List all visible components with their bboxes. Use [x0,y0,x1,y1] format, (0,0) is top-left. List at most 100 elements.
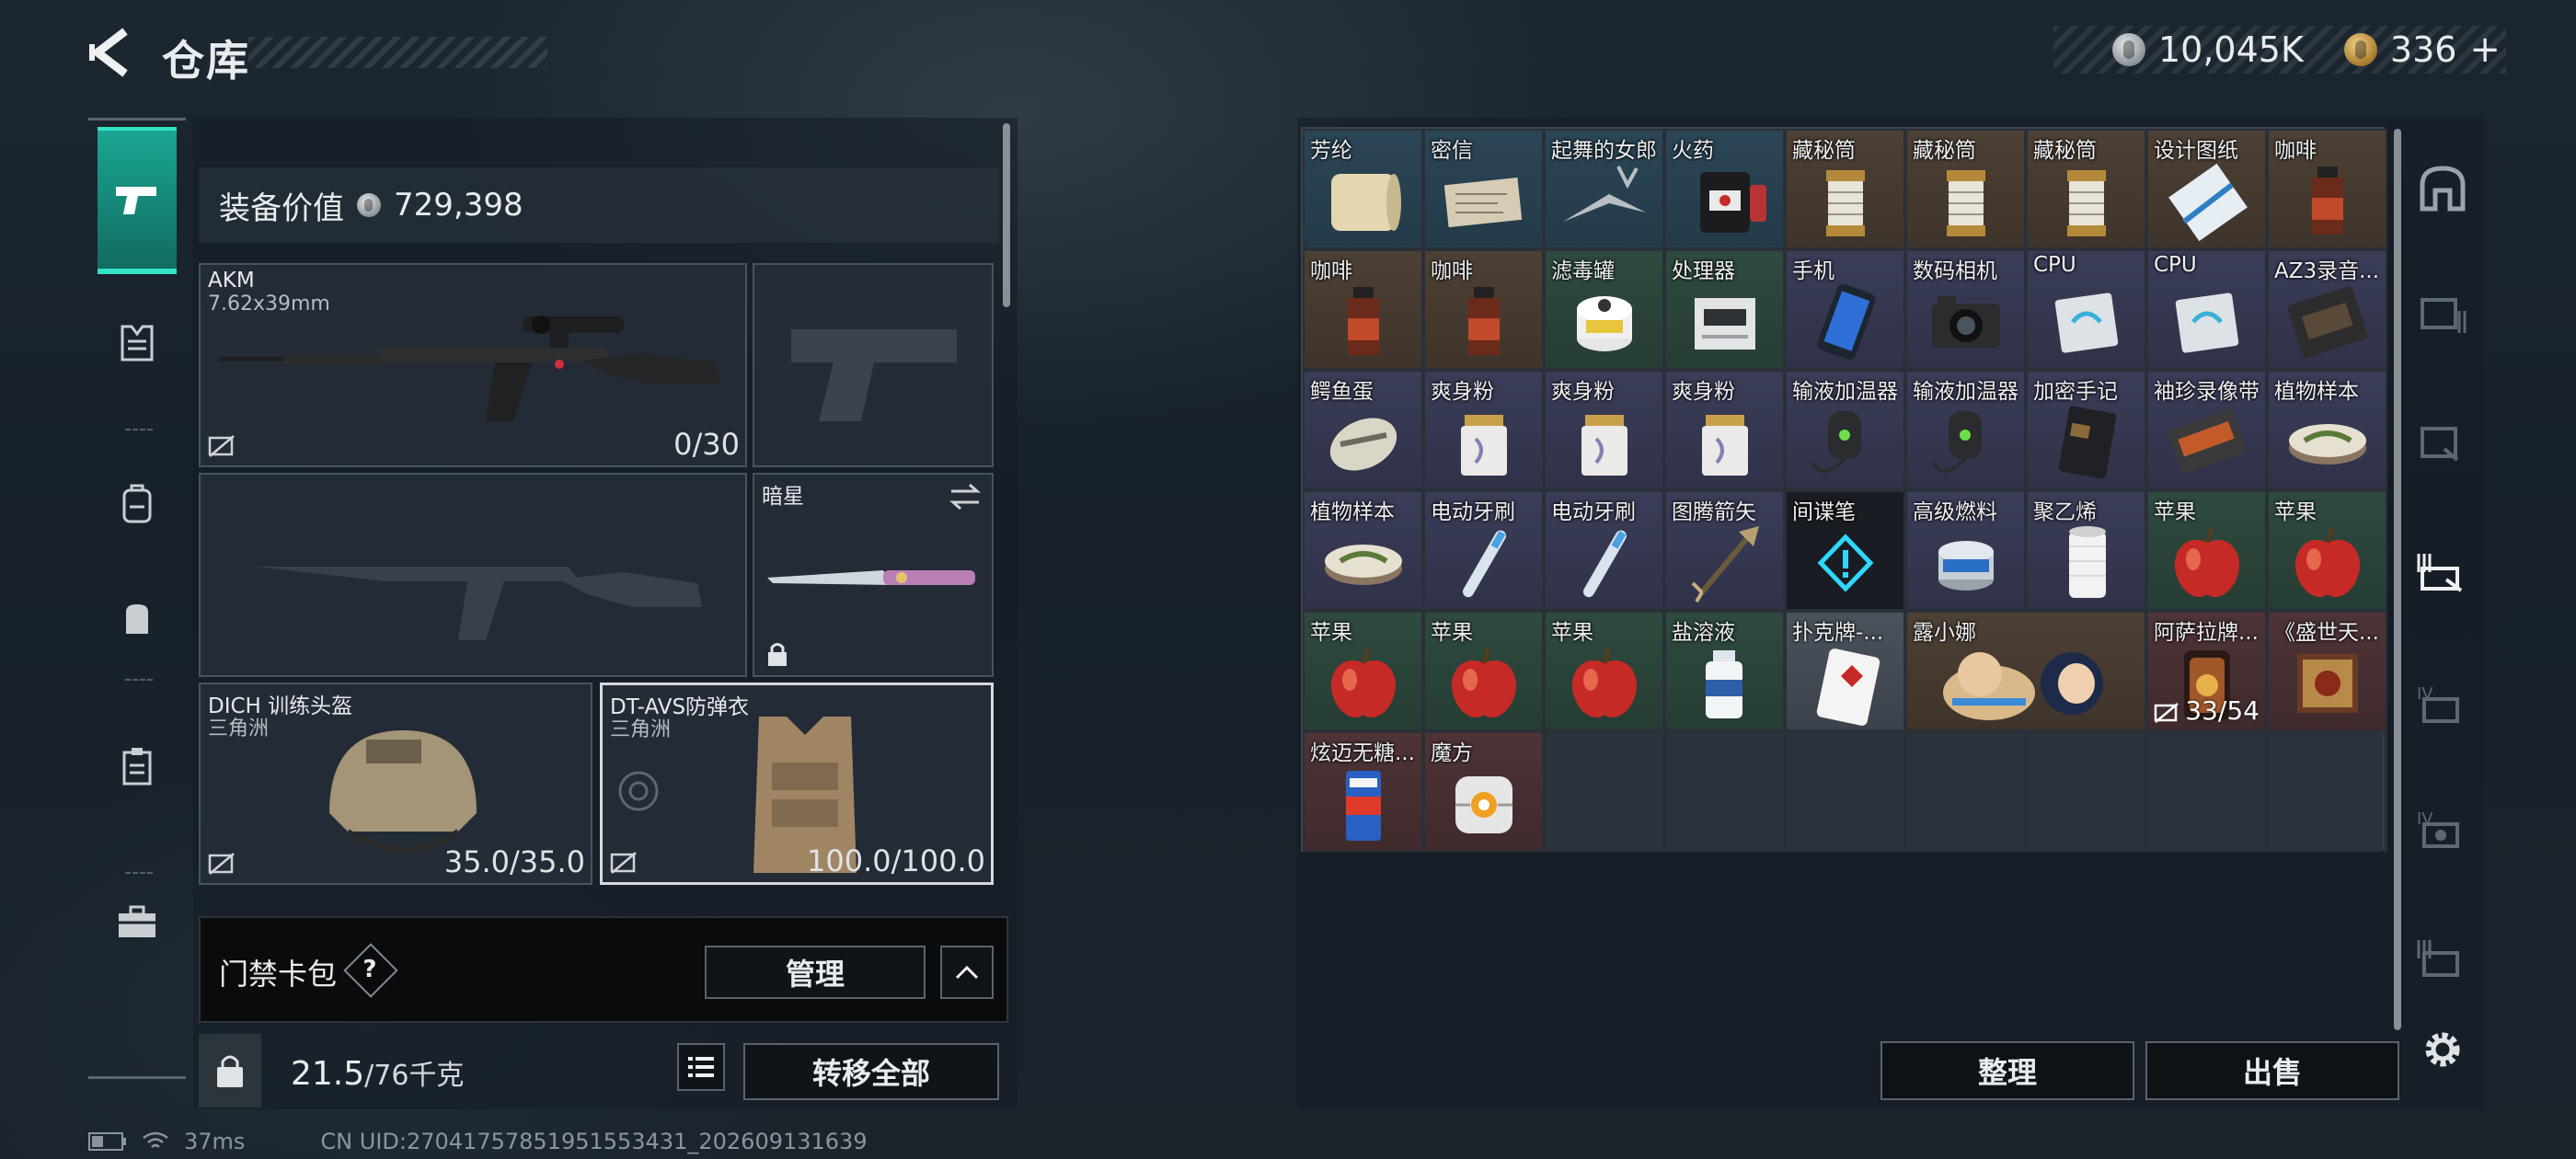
stash-item[interactable]: 火药 [1664,129,1785,249]
filter-canister-icon [1546,275,1662,368]
stash-item[interactable]: 密信 [1423,129,1544,249]
stash-tab-home[interactable] [2410,156,2475,221]
tab-weapons[interactable] [98,127,177,274]
swap-icon[interactable] [948,482,983,511]
item-label: 高级燃料 [1913,500,1997,524]
tab-chest-rig[interactable] [88,697,186,835]
stash-item[interactable]: 爽身粉 [1544,370,1664,490]
tab-bag[interactable] [88,550,186,688]
stash-tab-5[interactable]: IV [2410,797,2475,861]
add-currency-button[interactable]: + [2469,29,2501,71]
stash-item[interactable]: 露小娜 [1905,611,2146,731]
empty-slot[interactable] [2146,731,2267,852]
stash-item[interactable]: 高级燃料 [1905,490,2026,611]
item-label: 设计图纸 [2154,139,2238,163]
stash-item[interactable]: 间谍笔 [1785,490,1905,611]
stash-item[interactable]: 藏秘筒 [1785,129,1905,249]
empty-slot[interactable] [1664,731,1785,852]
empty-slot[interactable] [1785,731,1905,852]
stash-item[interactable]: 聚乙烯 [2026,490,2146,611]
tab-case[interactable] [88,854,186,992]
transfer-all-button[interactable]: 转移全部 [743,1043,999,1100]
stash-item[interactable]: 《盛世天... [2267,611,2387,731]
stash-item[interactable]: 苹果 [2267,490,2387,611]
stash-item[interactable]: 植物样本 [1303,490,1423,611]
plush-doll-icon [1907,637,2145,729]
stash-item[interactable]: 苹果 [2146,490,2267,611]
manage-button[interactable]: 管理 [705,946,926,999]
pistol-slot[interactable] [753,263,994,467]
stash-item[interactable]: 咖啡 [2267,129,2387,249]
item-label: 藏秘筒 [2033,139,2097,163]
equipment-scrollbar[interactable] [1003,123,1010,307]
stash-item[interactable]: 藏秘筒 [2026,129,2146,249]
back-arrow-icon [89,28,128,77]
stash-item[interactable]: CPU [2146,249,2267,370]
stash-tab-2[interactable] [2410,410,2475,475]
stash-item[interactable]: 盐溶液 [1664,611,1785,731]
stash-item[interactable]: 袖珍录像带 [2146,370,2267,490]
stash-item[interactable]: 加密手记 [2026,370,2146,490]
stash-tab-6[interactable] [2410,925,2475,990]
camera-icon [1907,275,2024,368]
stash-item[interactable]: 咖啡 [1423,249,1544,370]
stash-tab-1[interactable] [2410,281,2475,346]
stash-item[interactable]: 苹果 [1544,611,1664,731]
empty-slot[interactable] [2267,731,2387,852]
stash-item[interactable]: 苹果 [1423,611,1544,731]
equipment-value-row: 装备价值 729,398 [199,167,999,243]
empty-slot[interactable] [1905,731,2026,852]
stash-item[interactable]: 苹果 [1303,611,1423,731]
sell-button[interactable]: 出售 [2145,1041,2399,1100]
item-label: 阿萨拉牌... [2154,621,2259,645]
secondary-weapon-slot[interactable] [199,473,747,677]
stash-item[interactable]: CPU [2026,249,2146,370]
stash-item[interactable]: 魔方 [1423,731,1544,852]
stash-scrollbar[interactable] [2394,129,2401,1030]
stash-item[interactable]: 图腾箭矢 [1664,490,1785,611]
list-view-button[interactable] [677,1043,725,1091]
weight-row: 21.5/76千克 转移全部 [199,1034,1008,1107]
stash-tab-3[interactable] [2410,539,2475,603]
stash-item[interactable]: 设计图纸 [2146,129,2267,249]
stash-item[interactable]: 扑克牌-... [1785,611,1905,731]
stash-item[interactable]: 电动牙刷 [1423,490,1544,611]
settings-button[interactable] [2410,1017,2475,1082]
apple-icon [1546,637,1662,729]
primary-weapon-slot[interactable]: AKM 7.62x39mm 0/30 [199,263,747,467]
stash-item[interactable]: 爽身粉 [1423,370,1544,490]
stash-item[interactable]: 芳纶 [1303,129,1423,249]
item-label: 苹果 [2274,500,2317,524]
item-label: CPU [2154,253,2197,277]
item-label: 植物样本 [2274,380,2359,404]
stash-item[interactable]: 咖啡 [1303,249,1423,370]
item-label: 魔方 [1431,741,1473,765]
armor-slot[interactable]: DT-AVS防弹衣 三角洲 100.0/100.0 [600,683,994,885]
stash-item[interactable]: 炫迈无糖... [1303,731,1423,852]
stash-item[interactable]: 鳄鱼蛋 [1303,370,1423,490]
item-label: 聚乙烯 [2033,500,2097,524]
help-icon[interactable]: ? [343,943,398,998]
stash-item[interactable]: 处理器 [1664,249,1785,370]
empty-slot[interactable] [2026,731,2146,852]
stash-item[interactable]: 数码相机 [1905,249,2026,370]
empty-slot[interactable] [1544,731,1664,852]
stash-item[interactable]: 输液加温器 [1785,370,1905,490]
tab-armor[interactable] [88,274,186,412]
melee-slot[interactable]: 暗星 [753,473,994,677]
stash-item[interactable]: 爽身粉 [1664,370,1785,490]
stash-item[interactable]: 植物样本 [2267,370,2387,490]
back-button[interactable] [85,26,138,79]
stash-item[interactable]: 电动牙刷 [1544,490,1664,611]
stash-item[interactable]: 滤毒罐 [1544,249,1664,370]
stash-tab-4[interactable]: IV [2410,671,2475,736]
collapse-button[interactable] [940,946,994,999]
sort-button[interactable]: 整理 [1880,1041,2134,1100]
stash-item[interactable]: 阿萨拉牌... 33/54 [2146,611,2267,731]
helmet-slot[interactable]: DICH 训练头盔 三角洲 35.0/35.0 [199,683,592,885]
stash-item[interactable]: 藏秘筒 [1905,129,2026,249]
stash-item[interactable]: 起舞的女郎 [1544,129,1664,249]
stash-item[interactable]: 手机 [1785,249,1905,370]
stash-item[interactable]: AZ3录音... [2267,249,2387,370]
stash-item[interactable]: 输液加温器 [1905,370,2026,490]
